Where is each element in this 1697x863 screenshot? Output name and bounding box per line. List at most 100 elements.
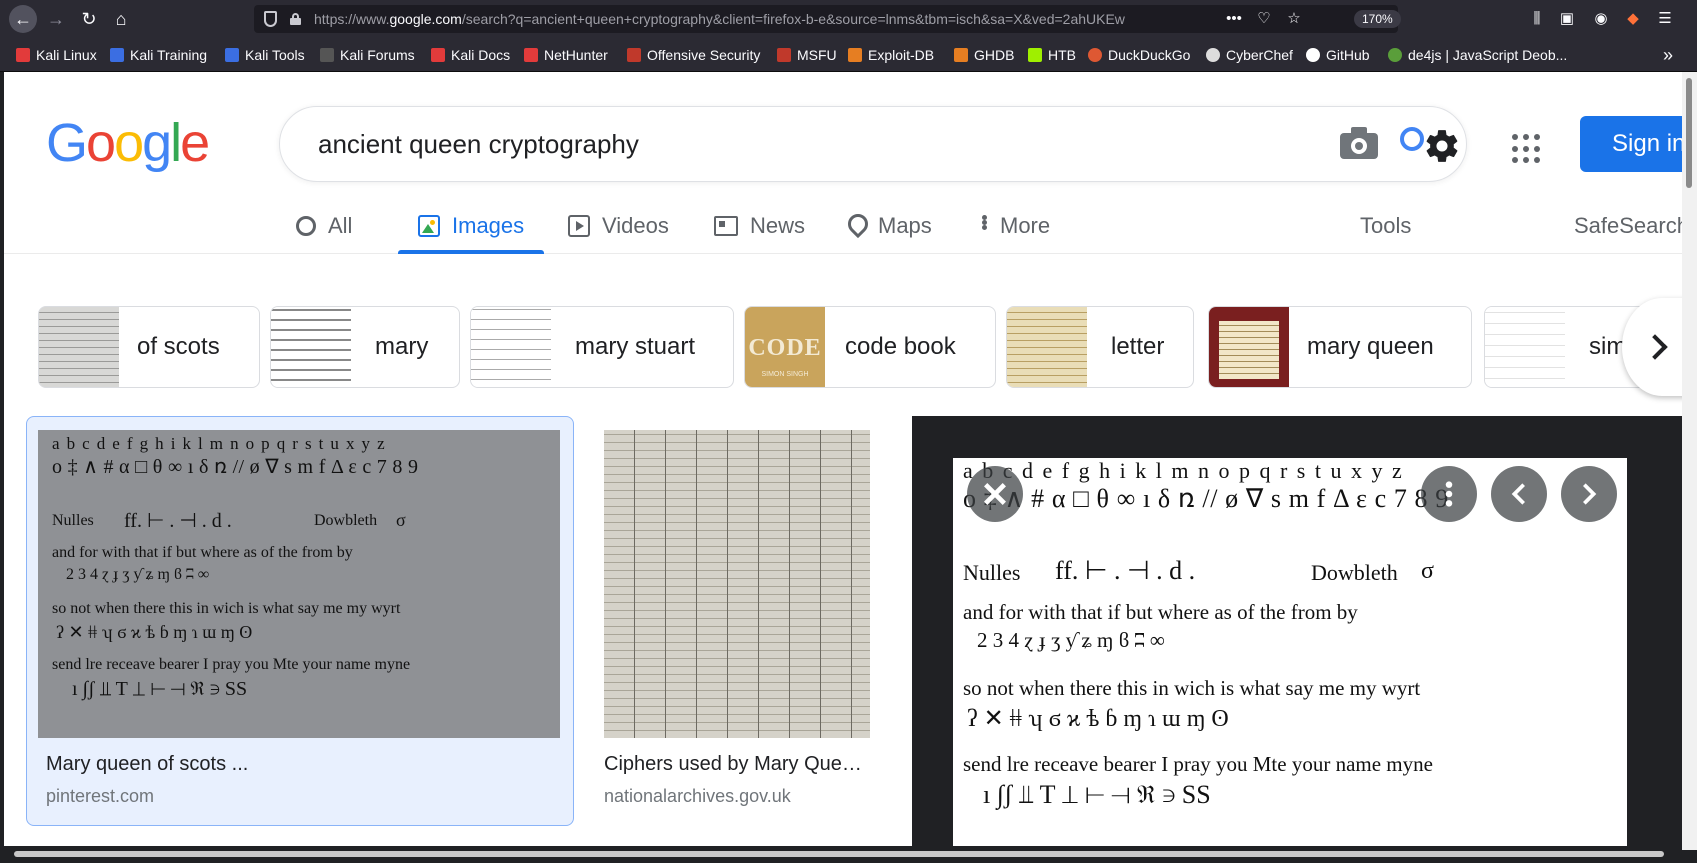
tab-more[interactable]: More bbox=[982, 198, 1050, 254]
bookmark-msfu[interactable]: MSFU bbox=[777, 46, 837, 64]
bookmark-label: de4js | JavaScript Deob... bbox=[1408, 47, 1568, 63]
arrow-left-icon: ← bbox=[14, 9, 32, 29]
preview-next-button[interactable] bbox=[1561, 466, 1617, 522]
safesearch-label: SafeSearch bbox=[1574, 213, 1682, 238]
tab-videos[interactable]: Videos bbox=[568, 198, 669, 254]
nulles-label: Nulles bbox=[963, 560, 1021, 585]
tools-button[interactable]: Tools bbox=[1360, 198, 1411, 254]
zoom-level-badge[interactable]: 170% bbox=[1354, 10, 1401, 28]
result-thumbnail[interactable]: a b c d e f g h i k l m n o p q r s t u … bbox=[38, 430, 560, 738]
url-text[interactable]: https://www.google.com/search?q=ancient+… bbox=[314, 11, 1314, 27]
bookmark-kali-linux[interactable]: Kali Linux bbox=[16, 46, 97, 64]
result-title[interactable]: Ciphers used by Mary Que… bbox=[604, 753, 862, 776]
lock-icon[interactable] bbox=[290, 13, 301, 25]
chevron-right-icon bbox=[1583, 483, 1597, 505]
reload-button[interactable]: ↻ bbox=[75, 5, 103, 33]
sign-in-button[interactable]: Sign in bbox=[1580, 116, 1682, 172]
bookmark-exploit-db[interactable]: Exploit-DB bbox=[848, 46, 934, 64]
chip-mary-stuart[interactable]: mary stuart bbox=[470, 306, 734, 388]
search-input[interactable]: ancient queen cryptography bbox=[318, 129, 639, 160]
duckduckgo-icon bbox=[1088, 48, 1102, 62]
bookmark-cyberchef[interactable]: CyberChef bbox=[1206, 46, 1293, 64]
library-icon[interactable]: ⫼ bbox=[1527, 9, 1547, 29]
forward-button[interactable]: → bbox=[42, 5, 70, 33]
vertical-scrollbar[interactable] bbox=[1682, 72, 1697, 850]
back-button[interactable]: ← bbox=[9, 5, 37, 33]
chip-thumbnail bbox=[1485, 307, 1565, 387]
cipher-row2-symbols: ʔ ✕ ǂǂ ʮ ϭ ϰ ѣ ɓ ɱ ɿ ɯ ɱ ʘ bbox=[967, 706, 1229, 732]
cipher-symbols: o ‡ ∧ # α □ θ ∞ ı δ ռ // ø ∇ s m f Δ ε c… bbox=[52, 456, 419, 478]
bookmark-htb[interactable]: HTB bbox=[1028, 46, 1076, 64]
search-box[interactable]: ancient queen cryptography bbox=[279, 106, 1467, 182]
bookmark-github[interactable]: GitHub bbox=[1306, 46, 1370, 64]
bookmark-label: DuckDuckGo bbox=[1108, 47, 1191, 63]
cipher-row2-symbols: ʔ ✕ ǂǂ ʮ ϭ ϰ ѣ ɓ ɱ ɿ ɯ ɱ ʘ bbox=[56, 622, 253, 642]
bookmarks-bar: Kali Linux Kali Training Kali Tools Kali… bbox=[0, 38, 1697, 72]
menu-icon[interactable]: ☰ bbox=[1655, 9, 1675, 29]
chip-mary-queen[interactable]: mary queen bbox=[1208, 306, 1472, 388]
bookmark-ghdb[interactable]: GHDB bbox=[954, 46, 1014, 64]
home-button[interactable]: ⌂ bbox=[107, 5, 135, 33]
url-domain: google.com bbox=[389, 11, 462, 27]
account-icon[interactable]: ◉ bbox=[1591, 9, 1611, 29]
preview-more-options-button[interactable] bbox=[1421, 466, 1477, 522]
google-logo[interactable]: Google bbox=[46, 112, 210, 174]
chip-label: letter bbox=[1111, 333, 1165, 360]
cover-title: CODE bbox=[748, 335, 822, 361]
bookmark-label: GitHub bbox=[1326, 47, 1370, 63]
tab-images[interactable]: Images bbox=[418, 198, 524, 254]
logo-letter: g bbox=[142, 113, 172, 173]
tracking-shield-icon[interactable] bbox=[264, 11, 277, 27]
sidebar-icon[interactable]: ▣ bbox=[1557, 9, 1577, 29]
search-icon[interactable] bbox=[1400, 127, 1424, 151]
bookmark-de4js[interactable]: de4js | JavaScript Deob... bbox=[1388, 46, 1567, 64]
tab-news[interactable]: News bbox=[714, 198, 805, 254]
horizontal-scrollbar[interactable] bbox=[4, 846, 1682, 863]
chip-letter[interactable]: letter bbox=[1006, 306, 1194, 388]
code-book-cover: CODE SIMON SINGH bbox=[745, 307, 825, 387]
preview-prev-button[interactable] bbox=[1491, 466, 1547, 522]
chip-thumbnail bbox=[1007, 307, 1087, 387]
bookmark-kali-forums[interactable]: Kali Forums bbox=[320, 46, 415, 64]
bookmarks-overflow-icon[interactable]: » bbox=[1663, 45, 1673, 66]
bookmark-kali-training[interactable]: Kali Training bbox=[110, 46, 207, 64]
logo-letter: o bbox=[114, 113, 144, 173]
nulles-symbols: ff. ⊢ . ⊣ . d . bbox=[124, 510, 232, 532]
result-source[interactable]: nationalarchives.gov.uk bbox=[604, 786, 791, 807]
google-images-page: Google ancient queen cryptography Sign i… bbox=[4, 72, 1682, 850]
bookmark-kali-docs[interactable]: Kali Docs bbox=[431, 46, 510, 64]
result-title[interactable]: Mary queen of scots ... bbox=[46, 753, 248, 776]
page-actions-icon[interactable]: ••• bbox=[1224, 9, 1244, 29]
chip-label: mary bbox=[375, 333, 429, 360]
bookmark-label: CyberChef bbox=[1226, 47, 1293, 63]
safesearch-button[interactable]: SafeSearch bbox=[1574, 198, 1682, 254]
offsec-icon bbox=[777, 48, 791, 62]
logo-letter: l bbox=[170, 113, 182, 173]
google-apps-icon[interactable] bbox=[1512, 134, 1542, 164]
scrollbar-thumb[interactable] bbox=[1686, 78, 1692, 188]
url-bar[interactable]: https://www.google.com/search?q=ancient+… bbox=[254, 5, 1401, 33]
result-thumbnail[interactable] bbox=[604, 430, 870, 738]
more-vert-icon bbox=[1445, 481, 1453, 507]
tab-all[interactable]: All bbox=[296, 198, 352, 254]
result-source[interactable]: pinterest.com bbox=[46, 786, 154, 807]
chip-of-scots[interactable]: of scots bbox=[38, 306, 260, 388]
chip-mary[interactable]: mary bbox=[270, 306, 460, 388]
tab-label: Maps bbox=[878, 213, 932, 238]
bookmark-offensive-security[interactable]: Offensive Security bbox=[627, 46, 760, 64]
close-preview-button[interactable] bbox=[967, 466, 1023, 522]
browser-toolbar: ← → ↻ ⌂ https://www.google.com/search?q=… bbox=[0, 0, 1697, 38]
chip-code-book[interactable]: CODE SIMON SINGH code book bbox=[744, 306, 996, 388]
dragon-icon bbox=[320, 48, 334, 62]
bookmark-nethunter[interactable]: NetHunter bbox=[524, 46, 608, 64]
camera-icon[interactable] bbox=[1340, 127, 1378, 159]
bookmark-duckduckgo[interactable]: DuckDuckGo bbox=[1088, 46, 1190, 64]
bookmark-star-icon[interactable]: ☆ bbox=[1284, 9, 1304, 29]
tab-maps[interactable]: Maps bbox=[848, 198, 932, 254]
pocket-icon[interactable]: ♡ bbox=[1254, 9, 1274, 29]
gear-icon[interactable] bbox=[1423, 127, 1461, 165]
bookmark-kali-tools[interactable]: Kali Tools bbox=[225, 46, 305, 64]
scrollbar-thumb[interactable] bbox=[14, 851, 1664, 857]
extension-icon[interactable]: ◆ bbox=[1623, 9, 1643, 29]
bookmark-label: Kali Forums bbox=[340, 47, 415, 63]
